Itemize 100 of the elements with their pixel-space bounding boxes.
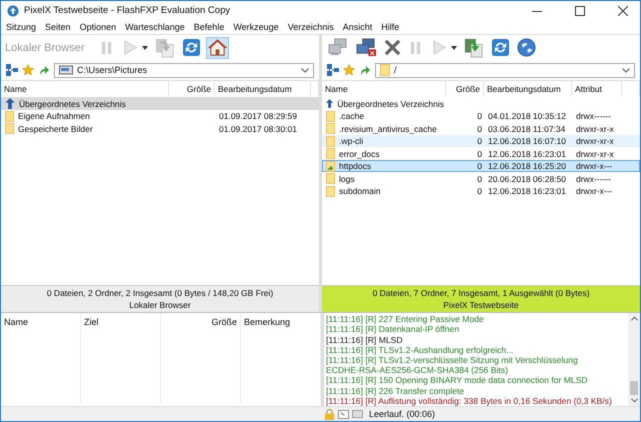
path-field[interactable]: /: [375, 62, 635, 78]
column-header[interactable]: Ziel: [81, 313, 161, 403]
file-name: httpdocs: [339, 161, 372, 171]
menu-item[interactable]: Optionen: [80, 22, 116, 32]
table-cell: drwxr-x---: [576, 186, 612, 196]
status-text: Lokaler Browser: [129, 300, 191, 310]
table-cell: 01.09.2017 08:30:01: [219, 124, 297, 134]
refresh-icon[interactable]: [491, 38, 510, 57]
menu-item[interactable]: Seiten: [45, 22, 71, 32]
file-row[interactable]: subdomain 0 12.06.2018 16:23:01 drwxr-x---: [322, 184, 640, 197]
scroll-thumb[interactable]: [630, 381, 638, 395]
table-cell: 0: [477, 174, 482, 184]
file-name: .revisium_antivirus_cache: [339, 124, 437, 134]
table-cell: 04.01.2018 10:35:12: [488, 111, 566, 121]
log-line: [11:11:16] [R] TLSv1.2-verschlüsselte Sitzung mit Verschlüsselung: [326, 354, 579, 366]
scroll-down-icon[interactable]: [630, 398, 638, 403]
column-header[interactable]: Attribut: [572, 81, 622, 96]
window-icon: [338, 410, 349, 418]
log-line: [11:11:16] [R] Auflistung vollständig: 338 Bytes in 0,16 Sekunden (0,3 KB/s): [326, 396, 613, 406]
caret-icon[interactable]: [451, 46, 457, 50]
maximize-icon[interactable]: [575, 6, 585, 16]
home-icon[interactable]: [208, 38, 228, 57]
transfer-icon[interactable]: [464, 38, 484, 58]
column-header[interactable]: Größe: [446, 81, 484, 96]
star-icon[interactable]: [343, 64, 355, 76]
chevron-down-icon[interactable]: [622, 68, 630, 72]
refresh-icon[interactable]: [182, 38, 202, 57]
file-row[interactable]: Eigene Aufnahmen 01.09.2017 08:29:59: [1, 110, 319, 122]
table-cell: 12.06.2018 16:23:01: [488, 186, 566, 196]
column-header[interactable]: Bemerkung: [241, 313, 321, 403]
log-line: [11:11:16] [R] MLSD: [326, 334, 404, 345]
menu-item[interactable]: Befehle: [194, 22, 224, 32]
up-arrow-icon[interactable]: [359, 64, 371, 76]
abort-icon[interactable]: [384, 39, 401, 56]
file-row[interactable]: Gespeicherte Bilder 01.09.2017 08:30:01: [1, 122, 319, 134]
table-cell: 0: [477, 124, 482, 134]
table-cell: 12.06.2018 16:23:01: [488, 148, 566, 158]
up-arrow-icon[interactable]: [38, 64, 50, 76]
star-icon[interactable]: [22, 64, 34, 76]
table-cell: drwxr-xr-x: [576, 124, 614, 134]
folder-icon: [5, 110, 14, 122]
table-cell: 0: [477, 186, 482, 196]
status-text: 0 Dateien, 7 Ordner, 7 Insgesamt, 1 Ausgewählt (0 Bytes): [372, 288, 590, 298]
file-row[interactable]: Übergeordnetes Verzeichnis: [322, 97, 640, 110]
log-line: [11:11:16] [R] 150 Opening BINARY mode data connection for MLSD: [326, 375, 589, 386]
column-header[interactable]: Bearbeitungsdatum: [215, 81, 311, 96]
file-name: error_docs: [339, 148, 380, 158]
table-cell: drwxr-xr-x: [576, 136, 614, 146]
file-row[interactable]: .wp-cli 0 12.06.2018 16:07:10 drwxr-xr-x: [322, 134, 640, 147]
column-header[interactable]: Bearbeitungsdatum: [484, 81, 572, 96]
monitor-icon: [352, 410, 363, 418]
file-row[interactable]: .revisium_antivirus_cache 0 03.06.2018 11:07:34 drwxr-xr-x: [322, 122, 640, 134]
folder-icon: [326, 110, 335, 122]
file-row[interactable]: Übergeordnetes Verzeichnis: [1, 97, 319, 110]
column-header[interactable]: Name: [1, 81, 169, 96]
menu-item[interactable]: Verzeichnis: [288, 22, 334, 32]
log-line: [11:11:16] [R] 226 Transfer complete: [326, 386, 466, 396]
sitemap-icon[interactable]: [327, 64, 339, 76]
close-icon[interactable]: [618, 6, 628, 16]
folder-icon: [326, 123, 335, 134]
column-header[interactable]: Größe: [161, 313, 241, 403]
scroll-up-icon[interactable]: [630, 316, 638, 321]
window-title: PixelX Testwebseite - FlashFXP Evaluation Copy: [24, 5, 230, 16]
file-name: logs: [339, 174, 355, 184]
folder-icon: [326, 148, 335, 159]
status-text: Leerlauf. (00:06): [369, 409, 436, 419]
menu-item[interactable]: Sitzung: [6, 22, 36, 32]
table-cell: 0: [477, 111, 482, 121]
file-row[interactable]: error_docs 0 12.06.2018 16:23:01 drwxr-xr-x: [322, 147, 640, 160]
menu-item[interactable]: Warteschlange: [125, 22, 185, 32]
scrollbar[interactable]: [628, 313, 640, 406]
file-row[interactable]: .cache 0 04.01.2018 10:35:12 drwx------: [322, 110, 640, 122]
table-cell: 12.06.2018 16:25:20: [488, 161, 566, 171]
parent-folder-icon: [5, 98, 15, 109]
table-cell: 0: [477, 148, 482, 158]
folder-icon: [5, 123, 14, 134]
drive-icon: [59, 65, 73, 75]
file-row[interactable]: logs 0 20.06.2018 06:28:50 drwx------: [322, 172, 640, 184]
file-row[interactable]: httpdocs 0 12.06.2018 16:25:20 drwxr-x---: [322, 160, 640, 172]
table-cell: drwx------: [576, 111, 611, 121]
table-cell: 0: [477, 161, 482, 171]
file-name: .wp-cli: [339, 136, 364, 146]
globe-icon[interactable]: [517, 38, 536, 57]
app-logo-icon: [7, 4, 19, 16]
sitemap-icon[interactable]: [6, 64, 18, 76]
column-header[interactable]: Name: [1, 313, 81, 403]
table-cell: 01.09.2017 08:29:59: [219, 111, 297, 121]
column-header[interactable]: Name: [322, 81, 446, 96]
path-field[interactable]: C:\Users\Pictures: [54, 62, 314, 78]
file-name: subdomain: [339, 186, 381, 196]
table-cell: drwxr-x---: [576, 161, 612, 171]
log-line: [11:11:16] [R] Datenkanal-IP öffnen: [326, 324, 460, 335]
table-cell: 20.06.2018 06:28:50: [488, 174, 566, 184]
menu-item[interactable]: Werkzeuge: [233, 22, 279, 32]
menu-item[interactable]: Ansicht: [342, 22, 372, 32]
caret-icon[interactable]: [142, 46, 148, 50]
chevron-down-icon[interactable]: [301, 68, 309, 72]
column-header[interactable]: Größe: [169, 81, 215, 96]
menu-item[interactable]: Hilfe: [381, 22, 400, 32]
disconnect-icon[interactable]: [356, 38, 377, 57]
